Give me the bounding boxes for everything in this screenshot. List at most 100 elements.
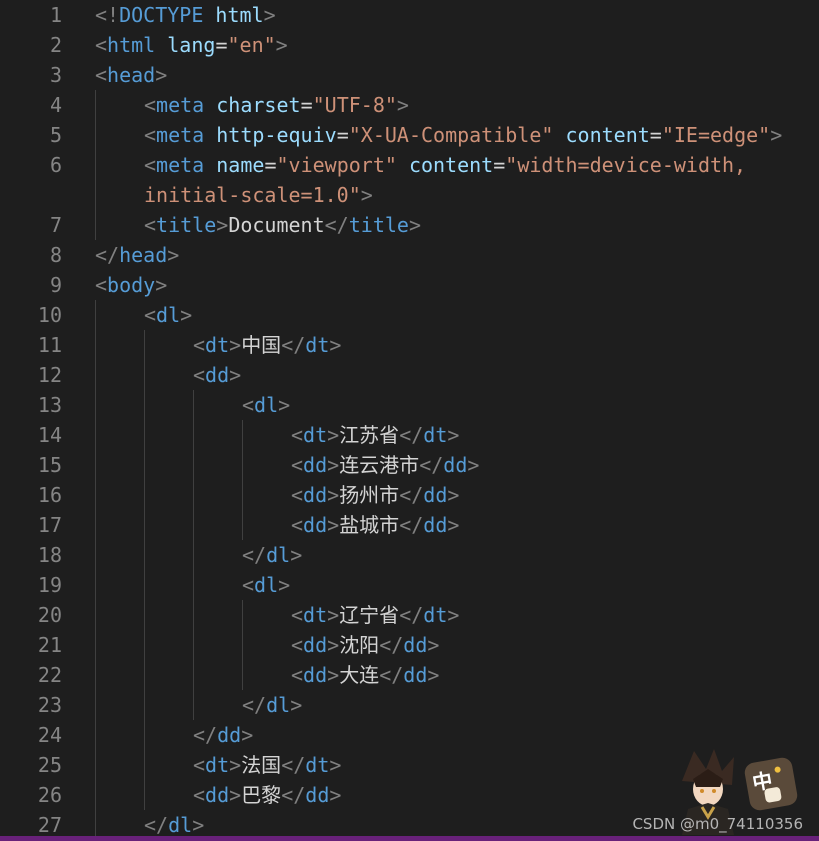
code-line[interactable]: 17 <dd>盐城市</dd> [0, 510, 819, 540]
token-br: </ [281, 753, 306, 777]
token-tag: dl [254, 573, 279, 597]
code-content[interactable]: </dl> [144, 810, 204, 836]
code-line[interactable]: 6 <meta name="viewport" content="width=de… [0, 150, 819, 180]
token-attr: content [408, 153, 494, 177]
token-br: > [447, 513, 460, 537]
line-number: 7 [49, 213, 62, 237]
code-line[interactable]: 13 <dl> [0, 390, 819, 420]
code-line[interactable]: 21 <dd>沈阳</dd> [0, 630, 819, 660]
code-content[interactable]: </dl> [242, 690, 302, 720]
token-br: </ [399, 603, 424, 627]
token-br: < [193, 333, 206, 357]
code-line[interactable]: 3 <head> [0, 60, 819, 90]
token-txt: 沈阳 [339, 633, 380, 657]
line-number: 21 [37, 633, 62, 657]
line-number: 6 [49, 153, 62, 177]
line-number: 23 [37, 693, 62, 717]
token-br: </ [419, 453, 444, 477]
line-number: 15 [37, 453, 62, 477]
token-tag: dl [156, 303, 181, 327]
code-line[interactable]: 5 <meta http-equiv="X-UA-Compatible" cont… [0, 120, 819, 150]
token-attr: content [565, 123, 650, 147]
code-line[interactable]: 19 <dl> [0, 570, 819, 600]
code-content[interactable]: </dd> [193, 720, 253, 750]
code-line[interactable]: 20 <dt>辽宁省</dt> [0, 600, 819, 630]
code-content[interactable]: <head> [95, 60, 167, 90]
token-br: < [291, 633, 304, 657]
code-editor[interactable]: 1 <!DOCTYPE html> 2 <html lang="en"> 3 <head>… [0, 0, 819, 836]
code-line[interactable]: 2 <html lang="en"> [0, 30, 819, 60]
token-br: > [167, 243, 180, 267]
code-line[interactable]: 11 <dt>中国</dt> [0, 330, 819, 360]
code-line[interactable]: 16 <dd>扬州市</dd> [0, 480, 819, 510]
code-line[interactable]: 8 </head> [0, 240, 819, 270]
code-line[interactable]: 12 <dd> [0, 360, 819, 390]
code-line[interactable]: 10 <dl> [0, 300, 819, 330]
code-content[interactable]: <dt>辽宁省</dt> [291, 600, 459, 630]
code-line[interactable]: 9 <body> [0, 270, 819, 300]
code-content[interactable]: <dt>中国</dt> [193, 330, 341, 360]
code-content[interactable]: </dl> [242, 540, 302, 570]
code-content[interactable]: <dd>扬州市</dd> [291, 480, 459, 510]
token-tag: dt [205, 753, 230, 777]
token-tag: dd [205, 363, 230, 387]
code-content[interactable]: <dl> [242, 570, 290, 600]
token-br: > [467, 453, 480, 477]
token-tag: meta [156, 123, 217, 147]
code-line[interactable]: 14 <dt>江苏省</dt> [0, 420, 819, 450]
code-line[interactable]: 23 </dl> [0, 690, 819, 720]
token-br: < [144, 213, 157, 237]
code-content[interactable]: <dd>连云港市</dd> [291, 450, 479, 480]
code-content[interactable]: initial-scale=1.0"> [144, 180, 373, 210]
token-tag: dd [423, 513, 448, 537]
code-content[interactable]: <dl> [144, 300, 192, 330]
line-number: 25 [37, 753, 62, 777]
code-line[interactable]: 18 </dl> [0, 540, 819, 570]
token-attr: lang [167, 33, 216, 57]
token-br: > [327, 663, 340, 687]
code-content[interactable]: <dd>沈阳</dd> [291, 630, 439, 660]
code-line[interactable]: 22 <dd>大连</dd> [0, 660, 819, 690]
token-str: "width=device-width, [505, 153, 747, 177]
code-line[interactable]: 7 <title>Document</title> [0, 210, 819, 240]
token-br: < [144, 123, 157, 147]
token-br: > [263, 3, 276, 27]
token-br: > [327, 453, 340, 477]
code-line[interactable]: 1 <!DOCTYPE html> [0, 0, 819, 30]
token-br: > [155, 273, 168, 297]
token-str: initial-scale=1.0" [144, 183, 361, 207]
code-content[interactable]: <dd>巴黎</dd> [193, 780, 341, 810]
token-txt: 辽宁省 [339, 603, 400, 627]
code-content[interactable]: </head> [95, 240, 179, 270]
token-eq: = [336, 123, 349, 147]
code-content[interactable]: <meta http-equiv="X-UA-Compatible" conte… [144, 120, 782, 150]
line-number: 5 [49, 123, 62, 147]
code-line[interactable]: 15 <dd>连云港市</dd> [0, 450, 819, 480]
code-content[interactable]: <meta name="viewport" content="width=dev… [144, 150, 746, 180]
code-line[interactable]: initial-scale=1.0"> [0, 180, 819, 210]
token-txt: 巴黎 [241, 783, 282, 807]
token-br: > [180, 303, 193, 327]
token-br: > [447, 483, 460, 507]
code-content[interactable]: <body> [95, 270, 167, 300]
code-content[interactable]: <dd>盐城市</dd> [291, 510, 459, 540]
code-content[interactable]: <dd>大连</dd> [291, 660, 439, 690]
code-content[interactable]: <dd> [193, 360, 241, 390]
token-tag: dd [205, 783, 230, 807]
code-content[interactable]: <!DOCTYPE html> [95, 0, 276, 30]
token-br: </ [399, 483, 424, 507]
code-content[interactable]: <title>Document</title> [144, 210, 421, 240]
token-br: > [329, 333, 342, 357]
token-br: </ [144, 813, 169, 836]
token-br: < [291, 663, 304, 687]
token-tag: dt [303, 603, 328, 627]
line-number: 1 [49, 3, 62, 27]
code-content[interactable]: <html lang="en"> [95, 30, 288, 60]
token-br: > [241, 723, 254, 747]
code-content[interactable]: <dt>法国</dt> [193, 750, 341, 780]
code-line[interactable]: 4 <meta charset="UTF-8"> [0, 90, 819, 120]
token-tag: dd [443, 453, 468, 477]
code-content[interactable]: <meta charset="UTF-8"> [144, 90, 409, 120]
code-content[interactable]: <dt>江苏省</dt> [291, 420, 459, 450]
code-content[interactable]: <dl> [242, 390, 290, 420]
